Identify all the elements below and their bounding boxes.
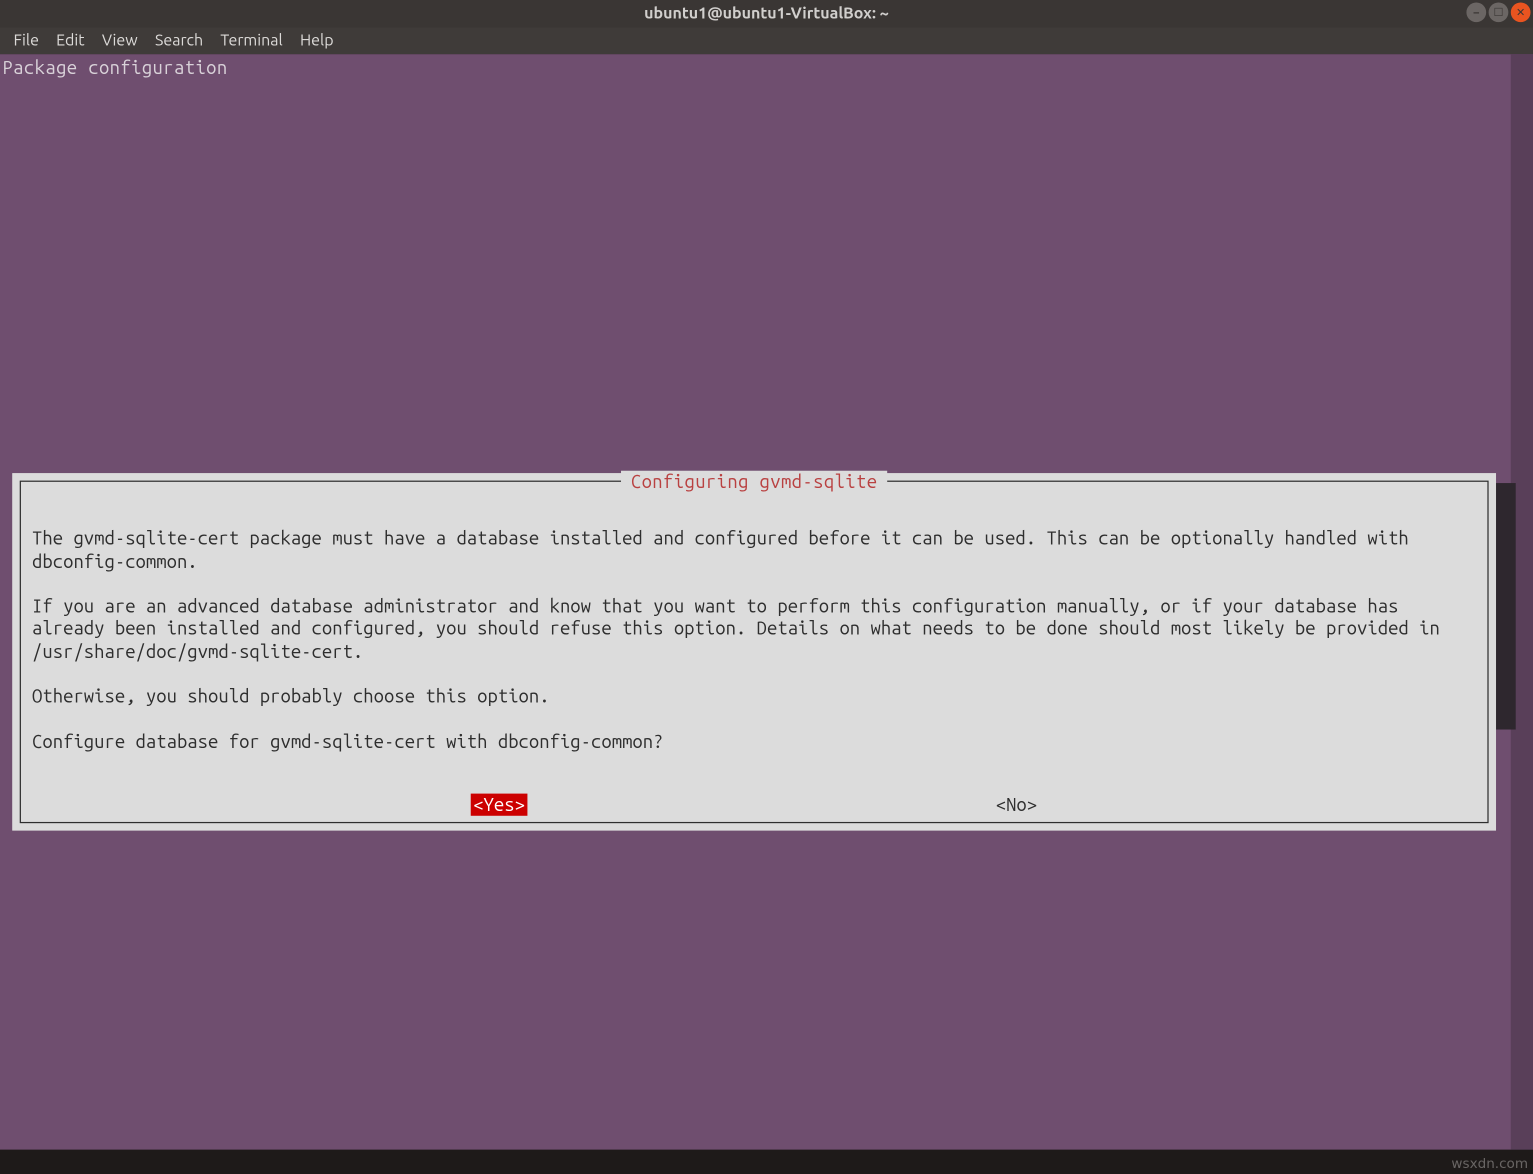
dialog-text-3: Otherwise, you should probably choose th…: [32, 686, 550, 707]
window-title: ubuntu1@ubuntu1-VirtualBox: ~: [644, 5, 889, 22]
window-controls: – ☐ ✕: [1466, 2, 1530, 22]
maximize-button[interactable]: ☐: [1489, 2, 1509, 22]
close-icon: ✕: [1516, 6, 1525, 20]
watermark-text: wsxdn.com: [1451, 1156, 1528, 1172]
dialog-text-4: Configure database for gvmd-sqlite-cert …: [32, 731, 663, 752]
minimize-icon: –: [1474, 6, 1480, 18]
terminal-viewport[interactable]: Package configuration Configuring gvmd-s…: [0, 54, 1533, 1150]
window-titlebar: ubuntu1@ubuntu1-VirtualBox: ~ – ☐ ✕: [0, 0, 1533, 27]
terminal-header-line: Package configuration: [0, 54, 1533, 77]
dialog-text-2: If you are an advanced database administ…: [32, 595, 1450, 661]
footer-bar: wsxdn.com: [0, 1150, 1533, 1174]
menu-terminal[interactable]: Terminal: [212, 27, 292, 54]
menubar: File Edit View Search Terminal Help: [0, 27, 1533, 54]
menu-edit[interactable]: Edit: [48, 27, 94, 54]
dialog-title: Configuring gvmd-sqlite: [621, 471, 887, 494]
menu-search[interactable]: Search: [146, 27, 211, 54]
dialog-text-1: The gvmd-sqlite-cert package must have a…: [32, 528, 1419, 571]
menu-view[interactable]: View: [93, 27, 146, 54]
menu-help[interactable]: Help: [291, 27, 342, 54]
no-button[interactable]: <No>: [996, 793, 1037, 816]
debconf-dialog: Configuring gvmd-sqlite The gvmd-sqlite-…: [12, 473, 1496, 830]
dialog-body: The gvmd-sqlite-cert package must have a…: [27, 483, 1481, 781]
dialog-buttons: <Yes> <No>: [27, 793, 1481, 816]
maximize-icon: ☐: [1493, 6, 1503, 20]
close-button[interactable]: ✕: [1511, 2, 1531, 22]
yes-button[interactable]: <Yes>: [471, 793, 528, 816]
menu-file[interactable]: File: [5, 27, 48, 54]
minimize-button[interactable]: –: [1466, 2, 1486, 22]
